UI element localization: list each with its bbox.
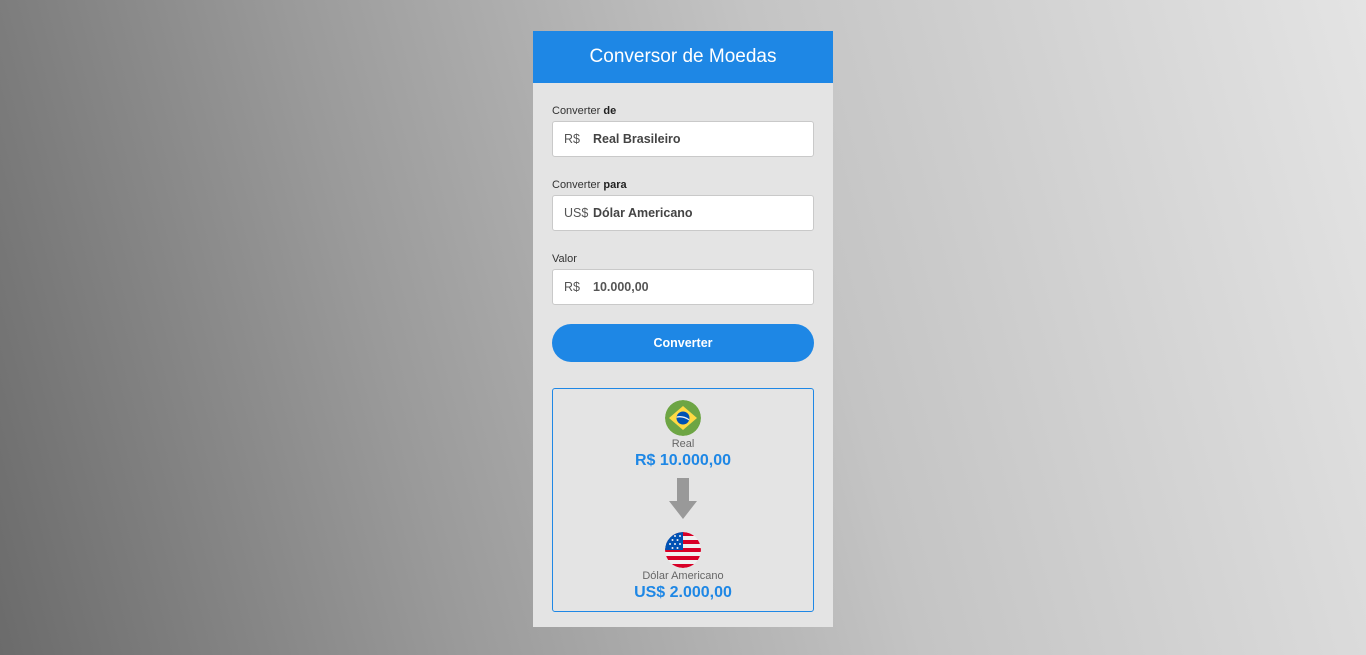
result-panel: Real R$ 10.000,00 Dólar Americano US$ 2.…: [552, 388, 814, 612]
amount-label: Valor: [552, 253, 577, 265]
from-currency-symbol: R$: [564, 132, 580, 146]
brazil-flag-icon: [665, 400, 701, 436]
source-amount: R$ 10.000,00: [634, 452, 732, 469]
amount-input[interactable]: [593, 280, 773, 294]
from-currency-value: Real Brasileiro: [593, 132, 681, 146]
convert-button[interactable]: Converter: [552, 324, 814, 362]
amount-field[interactable]: R$: [552, 269, 814, 305]
target-amount: US$ 2.000,00: [634, 584, 732, 601]
page-title: Conversor de Moedas: [589, 46, 777, 67]
to-label: Converter para: [552, 179, 627, 191]
arrow-down-icon: [668, 478, 698, 520]
from-currency-select[interactable]: R$ Real Brasileiro: [552, 121, 814, 157]
to-currency-value: Dólar Americano: [593, 206, 693, 220]
usa-flag-icon: [665, 532, 701, 568]
amount-symbol: R$: [564, 280, 580, 294]
target-currency-name: Dólar Americano: [642, 570, 724, 582]
converter-card: Conversor de Moedas Converter de R$ Real…: [533, 31, 833, 627]
card-header: Conversor de Moedas: [533, 31, 833, 83]
to-currency-select[interactable]: US$ Dólar Americano: [552, 195, 814, 231]
source-currency-name: Real: [671, 438, 695, 450]
converter-form: Converter de R$ Real Brasileiro Converte…: [533, 104, 833, 612]
to-currency-symbol: US$: [564, 206, 589, 220]
from-label: Converter de: [552, 105, 617, 117]
